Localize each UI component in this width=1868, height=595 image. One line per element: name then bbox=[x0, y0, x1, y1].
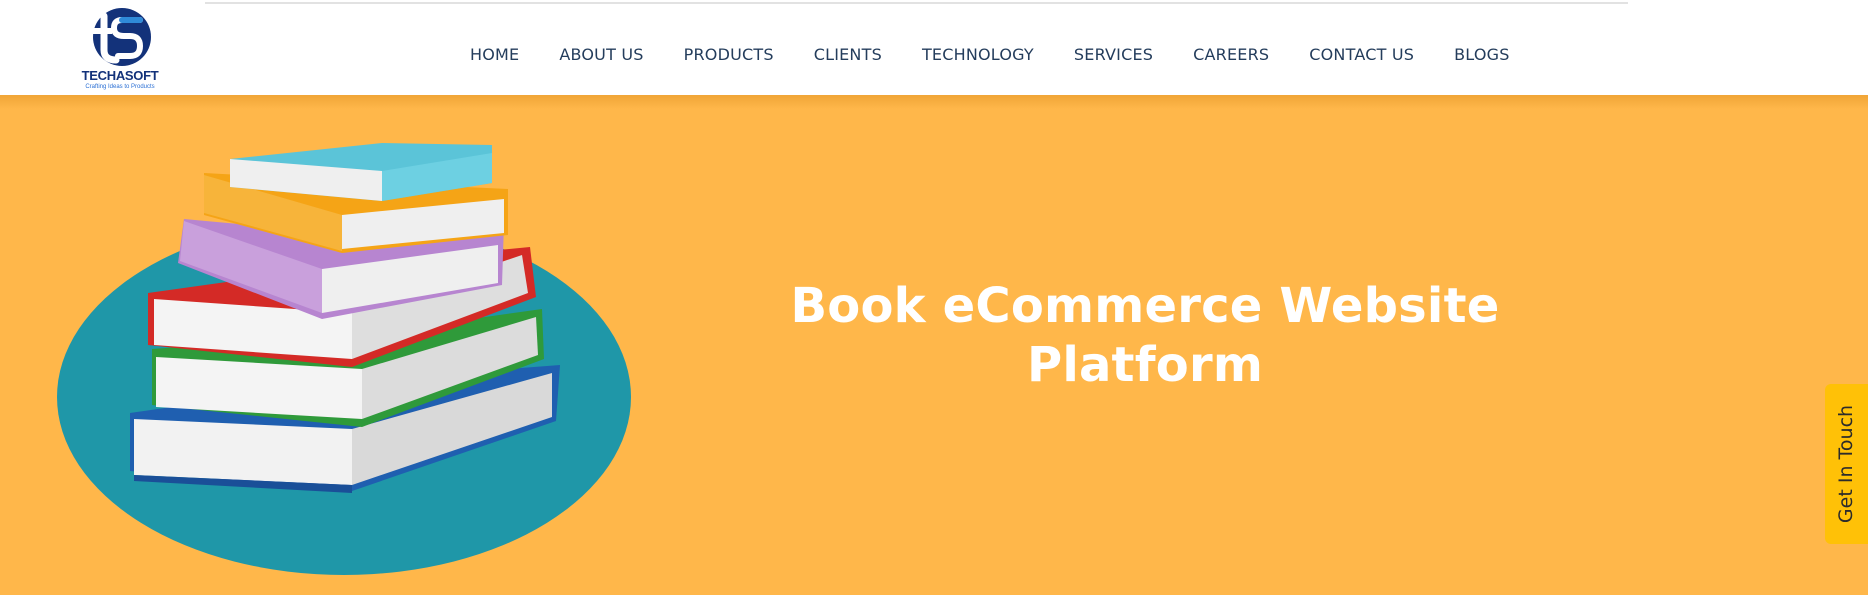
hero-title-line-1: Book eCommerce Website bbox=[790, 278, 1500, 334]
stack-of-books-icon bbox=[57, 143, 631, 575]
nav-services[interactable]: SERVICES bbox=[1054, 0, 1173, 96]
hero-title-line-2: Platform bbox=[1026, 337, 1264, 393]
logo-wordmark: TECHASOFT bbox=[81, 68, 159, 83]
nav-blogs[interactable]: BLOGS bbox=[1434, 0, 1529, 96]
get-in-touch-label: Get In Touch bbox=[1835, 404, 1858, 524]
nav-contact-us[interactable]: CONTACT US bbox=[1289, 0, 1434, 96]
techasoft-logo[interactable]: TECHASOFT Crafting Ideas to Products bbox=[80, 6, 160, 92]
nav-clients[interactable]: CLIENTS bbox=[794, 0, 902, 96]
get-in-touch-button[interactable]: Get In Touch bbox=[1825, 384, 1868, 544]
nav-technology[interactable]: TECHNOLOGY bbox=[902, 0, 1054, 96]
nav-products[interactable]: PRODUCTS bbox=[664, 0, 794, 96]
header-shadow bbox=[0, 95, 1868, 109]
logo-tagline: Crafting Ideas to Products bbox=[85, 84, 155, 90]
nav-about-us[interactable]: ABOUT US bbox=[539, 0, 663, 96]
nav-careers[interactable]: CAREERS bbox=[1173, 0, 1289, 96]
nav-home[interactable]: HOME bbox=[450, 0, 539, 96]
main-navigation: HOME ABOUT US PRODUCTS CLIENTS TECHNOLOG… bbox=[450, 0, 1530, 95]
hero-title: Book eCommerce Website Platform bbox=[705, 277, 1585, 395]
logo-mark-icon bbox=[90, 8, 151, 66]
site-header: TECHASOFT Crafting Ideas to Products HOM… bbox=[0, 0, 1868, 95]
